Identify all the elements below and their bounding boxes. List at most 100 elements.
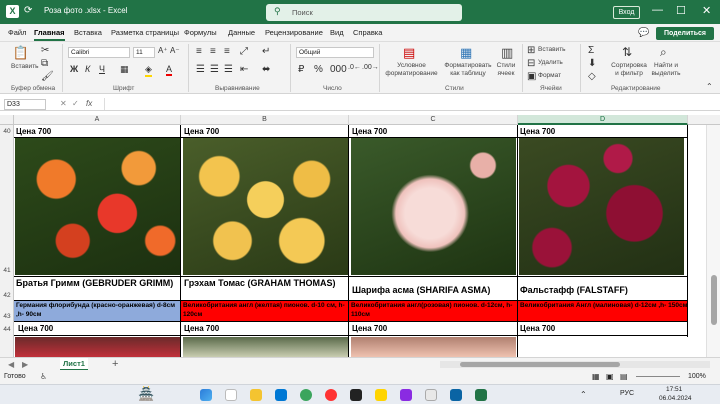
comma-icon[interactable]: 000 — [330, 64, 347, 75]
clear-icon[interactable]: ◇ — [588, 71, 596, 82]
italic-icon[interactable]: К — [85, 64, 90, 74]
paste-icon[interactable]: 📋 — [12, 45, 30, 61]
row-header-44[interactable]: 44 — [0, 326, 14, 333]
insert-cells-button[interactable]: Вставить — [538, 46, 566, 53]
close-button[interactable]: ✕ — [702, 4, 711, 17]
cell-a43[interactable]: Германия флорибунда (красно-оранжевая) d… — [14, 300, 181, 321]
cell-d44[interactable]: Цена 700 — [520, 324, 555, 333]
add-sheet-button[interactable]: + — [112, 358, 118, 370]
format-cells-button[interactable]: Формат — [538, 72, 561, 79]
zoom-level[interactable]: 100% — [688, 373, 706, 380]
name-box[interactable]: D33 — [4, 99, 46, 110]
cell-styles-icon[interactable]: ▥ — [501, 45, 513, 61]
rose-photo-graham-thomas[interactable] — [183, 138, 348, 275]
normal-view-icon[interactable]: ▦ — [592, 372, 600, 381]
language-indicator[interactable]: РУС — [620, 390, 634, 397]
excel-taskbar-icon[interactable] — [475, 389, 487, 401]
share-button[interactable]: Поделиться — [656, 27, 714, 40]
rose-photo-falstaff[interactable] — [519, 138, 684, 275]
app-icon[interactable] — [375, 389, 387, 401]
insert-cells-icon[interactable]: ⊞ — [527, 45, 535, 56]
taskbar-search-icon[interactable] — [225, 389, 237, 401]
worksheet-grid[interactable]: Цена 700 Цена 700 Цена 700 Цена 700 Брат… — [14, 125, 706, 357]
page-layout-icon[interactable]: ▣ — [606, 372, 614, 381]
formula-input[interactable] — [104, 98, 716, 110]
rose-photo-row45-b[interactable] — [183, 337, 348, 357]
horizontal-scrollbar[interactable] — [440, 361, 710, 368]
windows-start-icon[interactable] — [200, 389, 212, 401]
search-box[interactable]: ⚲ Поиск — [266, 4, 462, 21]
tab-page-layout[interactable]: Разметка страницы — [111, 28, 179, 37]
sign-in-button[interactable]: Вход — [613, 6, 640, 19]
cell-styles-button[interactable]: Стили ячеек — [494, 62, 518, 78]
cell-d40[interactable]: Цена 700 — [520, 127, 555, 136]
fill-icon[interactable]: ⬇ — [588, 58, 596, 69]
tab-view[interactable]: Вид — [330, 28, 344, 37]
browser-icon[interactable] — [300, 389, 312, 401]
bold-icon[interactable]: Ж — [70, 64, 78, 74]
vertical-scrollbar[interactable] — [706, 125, 720, 357]
fx-label[interactable]: fx — [86, 99, 92, 108]
tab-data[interactable]: Данные — [228, 28, 255, 37]
rose-photo-row45-a[interactable] — [15, 337, 180, 357]
align-middle-icon[interactable]: ≡ — [210, 46, 216, 57]
store-icon[interactable] — [275, 389, 287, 401]
select-all-corner[interactable] — [0, 115, 14, 125]
sort-filter-button[interactable]: Сортировка и фильтр — [611, 62, 647, 78]
rose-photo-row45-c[interactable] — [351, 337, 516, 357]
page-break-icon[interactable]: ▤ — [620, 372, 628, 381]
app-icon[interactable] — [400, 389, 412, 401]
find-select-button[interactable]: Найти и выделить — [648, 62, 684, 78]
tab-formulas[interactable]: Формулы — [184, 28, 217, 37]
cell-d43[interactable]: Великобритания Англ (малиновая) d-12см ,… — [518, 300, 688, 321]
find-select-icon[interactable]: ⌕ — [660, 45, 667, 60]
increase-decimal-icon[interactable]: .0← — [348, 64, 361, 71]
prev-sheet-icon[interactable]: ◀ — [8, 360, 14, 369]
cancel-icon[interactable]: ✕ — [60, 99, 67, 108]
format-as-table-button[interactable]: Форматировать как таблицу — [443, 62, 493, 78]
yandex-icon[interactable] — [325, 389, 337, 401]
app-icon[interactable] — [350, 389, 362, 401]
tab-file[interactable]: Файл — [8, 28, 26, 37]
format-painter-icon[interactable]: 🖌 — [41, 71, 54, 82]
column-header-b[interactable]: B — [181, 115, 349, 125]
delete-cells-button[interactable]: Удалить — [538, 59, 563, 66]
cell-c40[interactable]: Цена 700 — [352, 127, 387, 136]
zoom-slider[interactable] — [636, 376, 680, 377]
cell-c42[interactable]: Шарифа асма (SHARIFA ASMA) — [352, 285, 518, 296]
orientation-icon[interactable]: ⤢ — [240, 46, 248, 57]
indent-icon[interactable]: ⇤ — [240, 64, 248, 75]
autosave-icon[interactable]: ⟳ — [24, 5, 32, 16]
collapse-ribbon-icon[interactable]: ⌃ — [706, 82, 713, 91]
number-format-select[interactable]: Общий — [296, 47, 374, 58]
format-cells-icon[interactable]: ▣ — [527, 71, 536, 82]
accessibility-icon[interactable]: ♿ — [40, 372, 47, 381]
cell-b40[interactable]: Цена 700 — [184, 127, 219, 136]
cell-b42[interactable]: Грэхам Томас (GRAHAM THOMAS) — [184, 278, 347, 289]
cell-c44[interactable]: Цена 700 — [352, 324, 387, 333]
castle-icon[interactable]: 🏯 — [138, 386, 154, 402]
align-left-icon[interactable]: ☰ — [196, 64, 205, 75]
percent-icon[interactable]: % — [314, 64, 323, 75]
row-header-40[interactable]: 40 — [0, 128, 14, 135]
row-header-43[interactable]: 43 — [0, 313, 14, 320]
autosum-icon[interactable]: Σ — [588, 45, 594, 56]
cut-icon[interactable]: ✂ — [41, 45, 49, 56]
align-center-icon[interactable]: ☰ — [210, 64, 219, 75]
fill-color-icon[interactable]: ◈ — [145, 64, 152, 77]
row-header-42[interactable]: 42 — [0, 292, 14, 299]
currency-icon[interactable]: ₽ — [298, 64, 304, 75]
cell-d42[interactable]: Фальстафф (FALSTAFF) — [520, 285, 686, 296]
tab-review[interactable]: Рецензирование — [265, 28, 323, 37]
file-explorer-icon[interactable] — [250, 389, 262, 401]
cell-a40[interactable]: Цена 700 — [16, 127, 51, 136]
underline-icon[interactable]: Ч — [99, 64, 105, 74]
enter-icon[interactable]: ✓ — [72, 99, 79, 108]
cell-a42[interactable]: Братья Гримм (GEBRUDER GRIMM) — [16, 278, 179, 289]
hscroll-thumb[interactable] — [460, 362, 620, 367]
font-name-select[interactable]: Calibri — [68, 47, 130, 58]
cell-b44[interactable]: Цена 700 — [184, 324, 219, 333]
merge-icon[interactable]: ⬌ — [262, 64, 270, 75]
shrink-font-icon[interactable]: A⁻ — [170, 46, 180, 55]
tab-help[interactable]: Справка — [353, 28, 382, 37]
